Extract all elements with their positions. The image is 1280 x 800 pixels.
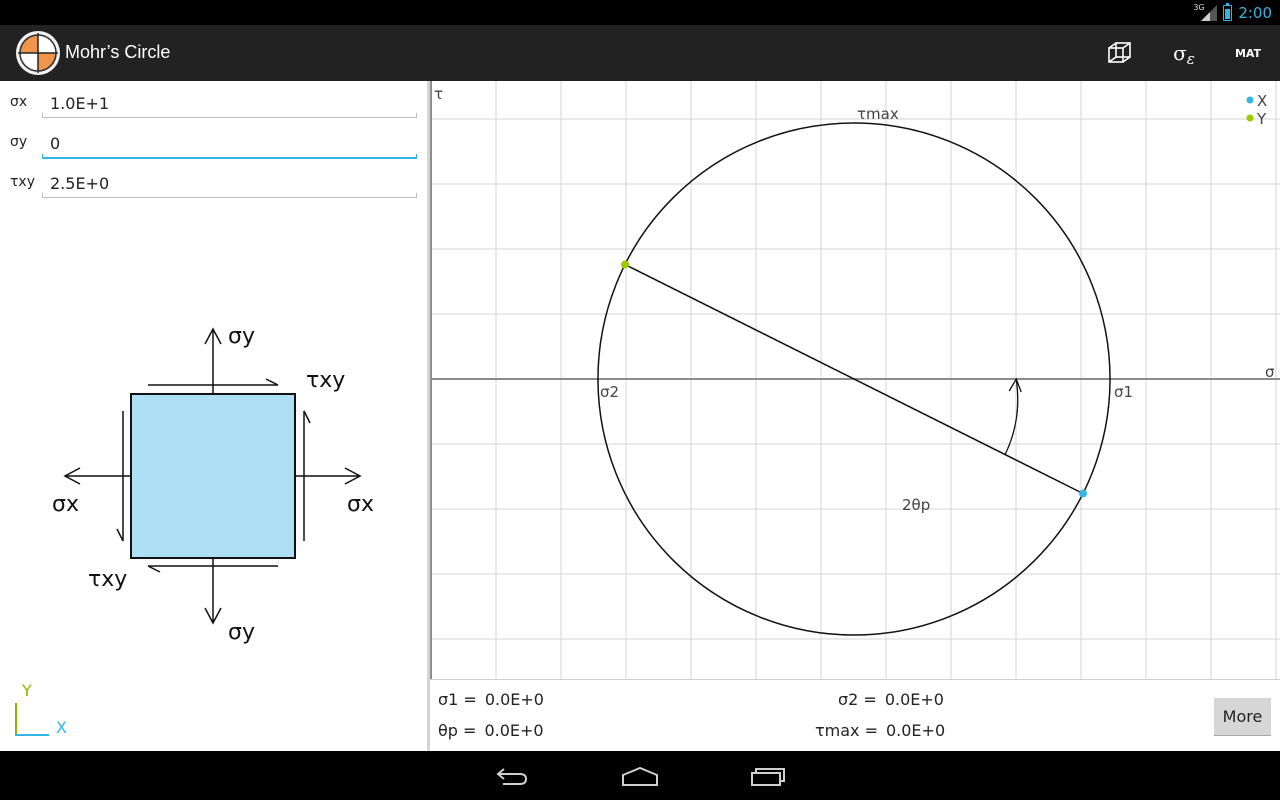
tau-axis-label: τ (434, 85, 443, 103)
sigma-y-underline (42, 154, 417, 159)
battery-icon (1223, 3, 1233, 21)
theta-p-value: 0.0E+0 (484, 721, 544, 740)
axes-indicator: Y X (15, 681, 67, 737)
sigma2-result-label: σ2 = (838, 690, 877, 709)
sigma-y-row: σy (0, 123, 427, 163)
sigma-x-left-label: σx (52, 492, 79, 517)
status-bar: 3G 2:00 (0, 0, 1280, 25)
sigma-x-input[interactable] (42, 88, 417, 118)
more-button[interactable]: More (1214, 698, 1271, 736)
sigma-x-right-label: σx (347, 492, 374, 517)
point-x[interactable] (1079, 489, 1087, 498)
stress-element-diagram: σy σy σx σx τxy τxy (52, 324, 374, 645)
sigma1-label: σ1 (1114, 383, 1133, 401)
3d-view-button[interactable] (1096, 25, 1144, 81)
sigma-y-top-label: σy (228, 324, 255, 349)
legend-x-label: X (1257, 92, 1267, 110)
screen: { "status_bar": { "network": "3G", "time… (0, 0, 1280, 800)
sigma-y-input[interactable] (42, 128, 417, 158)
point-y[interactable] (621, 260, 629, 269)
cube-icon (1108, 42, 1131, 63)
sigma-x-underline (42, 113, 417, 118)
tau-max-value: 0.0E+0 (885, 721, 946, 740)
sigma-symbol: σ (1173, 41, 1187, 65)
app-logo-icon[interactable] (15, 30, 61, 76)
theta-p-result: θp = 0.0E+0 (438, 721, 544, 740)
home-button[interactable] (600, 751, 680, 800)
tau-xy-input[interactable] (42, 168, 417, 198)
action-bar: Mohr’s Circle σε MAT (0, 25, 1280, 81)
tau-xy-label: τxy (10, 174, 35, 190)
sigma2-label: σ2 (600, 383, 619, 401)
results-panel: σ1 = 0.0E+0 θp = 0.0E+0 σ2 = 0.0E+0 τmax… (430, 679, 1280, 751)
recent-apps-icon (751, 767, 785, 786)
sigma1-result: σ1 = 0.0E+0 (438, 690, 544, 709)
back-icon (496, 767, 528, 785)
theta-p-result-label: θp = (438, 721, 477, 740)
tau-max-result-label: τmax = (815, 721, 878, 740)
tau-max-label: τmax (857, 105, 899, 123)
tau-xy-row: τxy (0, 163, 427, 203)
home-icon (622, 766, 658, 786)
mohrs-circle-chart[interactable]: τ σ σ1 σ2 τmax 2θp X Y (430, 81, 1280, 679)
angle-2thetap-label: 2θp (902, 496, 930, 514)
input-panel: σx σy τxy (0, 81, 427, 751)
tau-xy-top-label: τxy (306, 368, 345, 393)
sigma1-result-label: σ1 = (438, 690, 477, 709)
sigma-y-bottom-label: σy (228, 620, 255, 645)
network-type: 3G (1193, 3, 1205, 12)
angle-arrowhead (1008, 377, 1022, 393)
back-button[interactable] (472, 751, 552, 800)
tau-max-result: τmax = 0.0E+0 (815, 721, 945, 740)
tau-xy-underline (42, 193, 417, 198)
stress-element-square (130, 393, 296, 559)
chart-legend: X Y (1246, 92, 1267, 128)
navigation-bar (0, 751, 1280, 800)
tau-xy-bottom-label: τxy (88, 567, 127, 592)
recent-apps-button[interactable] (728, 751, 808, 800)
sigma2-result: σ2 = 0.0E+0 (838, 690, 944, 709)
sigma-y-label: σy (10, 134, 28, 150)
epsilon-symbol: ε (1186, 50, 1195, 68)
sigma2-value: 0.0E+0 (884, 690, 944, 709)
sigma1-value: 0.0E+0 (484, 690, 544, 709)
signal-icon: 3G (1193, 3, 1218, 21)
legend-y-label: Y (1256, 110, 1267, 128)
app-title: Mohr’s Circle (65, 42, 171, 62)
status-time: 2:00 (1238, 4, 1272, 22)
y-axis-indicator-label: Y (21, 681, 32, 700)
legend-x-marker (1246, 96, 1254, 104)
legend-y-marker (1246, 114, 1254, 122)
x-axis-indicator-label: X (56, 718, 67, 737)
sigma-axis-label: σ (1265, 363, 1275, 381)
status-icons: 3G 2:00 (1193, 3, 1272, 23)
material-button[interactable]: MAT (1224, 25, 1272, 81)
sigma-x-label: σx (10, 94, 28, 110)
sigma-x-row: σx (0, 83, 427, 123)
stress-strain-button[interactable]: σε (1160, 25, 1208, 81)
